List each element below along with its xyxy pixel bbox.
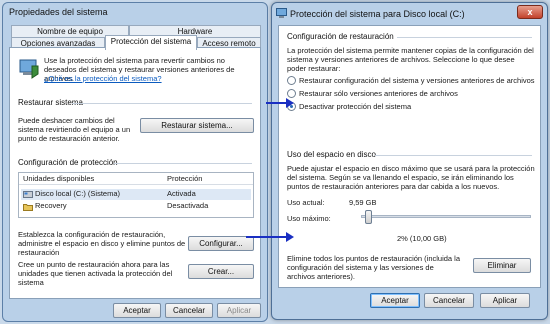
configure-text: Establezca la configuración de restaurac… (18, 230, 186, 257)
drive-protection: Desactivada (167, 201, 209, 210)
divider (72, 103, 252, 104)
arrow-from-configure-button (246, 232, 294, 242)
delete-text: Elimine todos los puntos de restauración… (287, 254, 461, 281)
restore-config-title: Configuración de restauración (287, 32, 394, 41)
restore-text: Puede deshacer cambios del sistema revir… (18, 116, 131, 143)
system-protection-dialog: Protección del sistema para Disco local … (271, 2, 548, 320)
table-row[interactable]: Disco local (C:) (Sistema) Activada (23, 189, 251, 200)
disk-usage-text: Puede ajustar el espacio en disco máximo… (287, 164, 535, 191)
dialog-ok-button[interactable]: Aceptar (370, 293, 420, 308)
table-header: Unidades disponibles Protección (19, 173, 253, 185)
system-properties-window: Propiedades del sistema Nombre de equipo… (2, 2, 268, 322)
current-usage-value: 9,59 GB (349, 198, 377, 207)
system-protection-icon (19, 59, 39, 79)
table-row[interactable]: Recovery Desactivada (23, 201, 251, 212)
tab-panel: Use la protección del sistema para rever… (9, 47, 261, 299)
dialog-panel: Configuración de restauración La protecc… (278, 25, 541, 288)
max-usage-value: 2% (10,00 GB) (397, 234, 447, 243)
protection-table: Unidades disponibles Protección Disco lo… (18, 172, 254, 218)
max-usage-slider-thumb[interactable] (365, 210, 372, 224)
option-restore-all-label: Restaurar configuración del sistema y ve… (299, 76, 535, 85)
max-usage-label: Uso máximo: (287, 214, 331, 223)
tab-system-protection[interactable]: Protección del sistema (105, 35, 197, 50)
drive-icon (23, 191, 33, 198)
option-restore-files-label: Restaurar sólo versiones anteriores de a… (299, 89, 458, 98)
close-button[interactable]: x (517, 5, 543, 19)
what-is-protection-link[interactable]: ¿Qué es la protección del sistema? (44, 74, 254, 83)
system-protection-icon (276, 8, 287, 18)
restore-config-text: La protección del sistema permite manten… (287, 46, 534, 73)
dialog-apply-button[interactable]: Aplicar (480, 293, 530, 308)
column-header-drives: Unidades disponibles (23, 174, 95, 183)
arrow-to-disable-option (266, 98, 294, 108)
divider (375, 155, 532, 156)
dialog-cancel-button[interactable]: Cancelar (424, 293, 474, 308)
folder-drive-icon (23, 204, 33, 211)
divider (397, 37, 532, 38)
system-restore-button[interactable]: Restaurar sistema... (140, 118, 254, 133)
delete-button[interactable]: Eliminar (473, 258, 531, 273)
cancel-button[interactable]: Cancelar (165, 303, 213, 318)
divider (114, 163, 252, 164)
dialog-title: Protección del sistema para Disco local … (290, 9, 465, 19)
create-button[interactable]: Crear... (188, 264, 254, 279)
window-title: Propiedades del sistema (9, 7, 108, 17)
column-header-protection: Protección (167, 174, 203, 183)
configure-button[interactable]: Configurar... (188, 236, 254, 251)
option-disable-protection-label: Desactivar protección del sistema (299, 102, 412, 111)
drive-protection: Activada (167, 189, 196, 198)
drive-name: Recovery (35, 201, 67, 210)
ok-button[interactable]: Aceptar (113, 303, 161, 318)
max-usage-slider-track (361, 215, 531, 218)
disk-usage-title: Uso del espacio en disco (287, 150, 376, 159)
create-text: Cree un punto de restauración ahora para… (18, 260, 173, 287)
drive-name: Disco local (C:) (Sistema) (35, 189, 121, 198)
protection-group-title: Configuración de protección (18, 158, 118, 167)
apply-button[interactable]: Aplicar (217, 303, 261, 318)
radio-restore-all[interactable] (287, 76, 296, 85)
current-usage-label: Uso actual: (287, 198, 325, 207)
